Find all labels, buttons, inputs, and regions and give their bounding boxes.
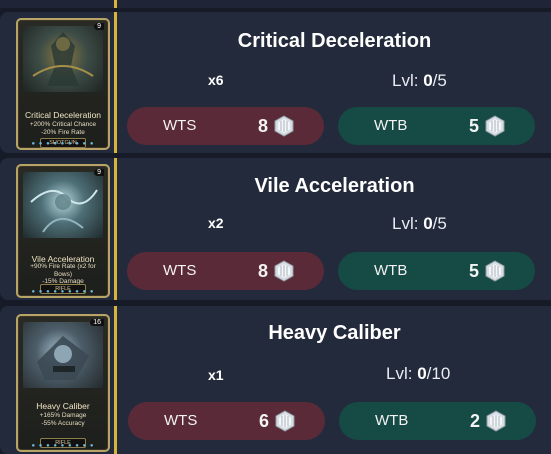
mod-level: Lvl: 0/5 (392, 214, 447, 234)
mod-level: Lvl: 0/10 (386, 364, 450, 384)
mod-card-name: Heavy Caliber (36, 401, 90, 411)
level-current: 0 (423, 71, 433, 90)
wts-button[interactable]: WTS 8 (127, 107, 324, 145)
platinum-icon (275, 410, 295, 432)
wts-price: 6 (258, 411, 269, 431)
mod-card-description: +200% Critical Chance -20% Fire Rate (29, 121, 97, 136)
level-max: /10 (426, 364, 451, 383)
wts-button[interactable]: WTS 8 (127, 252, 324, 290)
mod-rank: 9 (94, 169, 104, 176)
platinum-icon (274, 260, 294, 282)
platinum-icon (486, 410, 506, 432)
mod-card[interactable]: 16 Heavy Caliber +165% Damage -55% Accur… (16, 314, 110, 452)
listing-row: 16 Heavy Caliber +165% Damage -55% Accur… (0, 306, 551, 454)
quantity: x1 (208, 367, 224, 383)
level-current: 0 (417, 364, 427, 383)
level-max: /5 (432, 71, 447, 90)
mod-title: Critical Deceleration (237, 30, 432, 52)
quantity: x6 (208, 72, 224, 88)
wts-label: WTS (163, 117, 197, 134)
level-prefix: Lvl: (392, 214, 424, 233)
platinum-icon (274, 115, 294, 137)
level-current: 0 (423, 214, 433, 233)
platinum-icon (485, 260, 505, 282)
wts-price: 8 (257, 116, 268, 136)
mod-rank: 16 (90, 319, 104, 326)
quantity: x2 (208, 215, 224, 231)
mod-rank: 9 (94, 23, 104, 30)
wtb-button[interactable]: WTB 2 (339, 402, 536, 440)
accent-bar (114, 0, 117, 8)
listing-row: 9 Vile Acceleration +90% Fire Rate (x2 f… (0, 158, 551, 300)
mod-card[interactable]: 9 Critical Deceleration +200% Critical C… (16, 18, 110, 150)
wtb-price: 5 (468, 261, 479, 281)
accent-bar (114, 12, 117, 153)
wts-button[interactable]: WTS 6 (128, 402, 325, 440)
mod-rank-dots: ● ● ● ● ● ● ● ● ● (31, 443, 95, 449)
accent-bar (114, 158, 117, 300)
mod-card-name: Critical Deceleration (24, 110, 102, 120)
mod-card-description: +165% Damage -55% Accuracy (39, 412, 87, 427)
level-prefix: Lvl: (386, 364, 418, 383)
mod-level: Lvl: 0/5 (392, 71, 447, 91)
wtb-label: WTB (375, 412, 409, 429)
wts-label: WTS (163, 262, 197, 279)
level-prefix: Lvl: (392, 71, 424, 90)
wtb-label: WTB (374, 117, 408, 134)
mod-card[interactable]: 9 Vile Acceleration +90% Fire Rate (x2 f… (16, 164, 110, 298)
mod-art-image (23, 322, 103, 388)
wts-price: 8 (257, 261, 268, 281)
platinum-icon (485, 115, 505, 137)
mod-title: Vile Acceleration (254, 175, 415, 197)
wtb-button[interactable]: WTB 5 (338, 252, 535, 290)
wtb-price: 2 (469, 411, 480, 431)
previous-row-edge (0, 0, 551, 8)
mod-card-description: +90% Fire Rate (x2 for Bows) -15% Damage (30, 263, 96, 285)
level-max: /5 (432, 214, 447, 233)
mod-rank-dots: ● ● ● ● ● ● ● ● ● (31, 141, 95, 147)
mod-art-image (23, 26, 103, 92)
mod-rank-dots: ● ● ● ● ● ● ● ● ● (31, 289, 95, 295)
accent-bar (114, 306, 117, 454)
wtb-label: WTB (374, 262, 408, 279)
mod-title: Heavy Caliber (268, 322, 401, 344)
wts-label: WTS (164, 412, 198, 429)
listing-row: 9 Critical Deceleration +200% Critical C… (0, 12, 551, 153)
wtb-price: 5 (468, 116, 479, 136)
mod-art-image (23, 172, 103, 238)
wtb-button[interactable]: WTB 5 (338, 107, 535, 145)
